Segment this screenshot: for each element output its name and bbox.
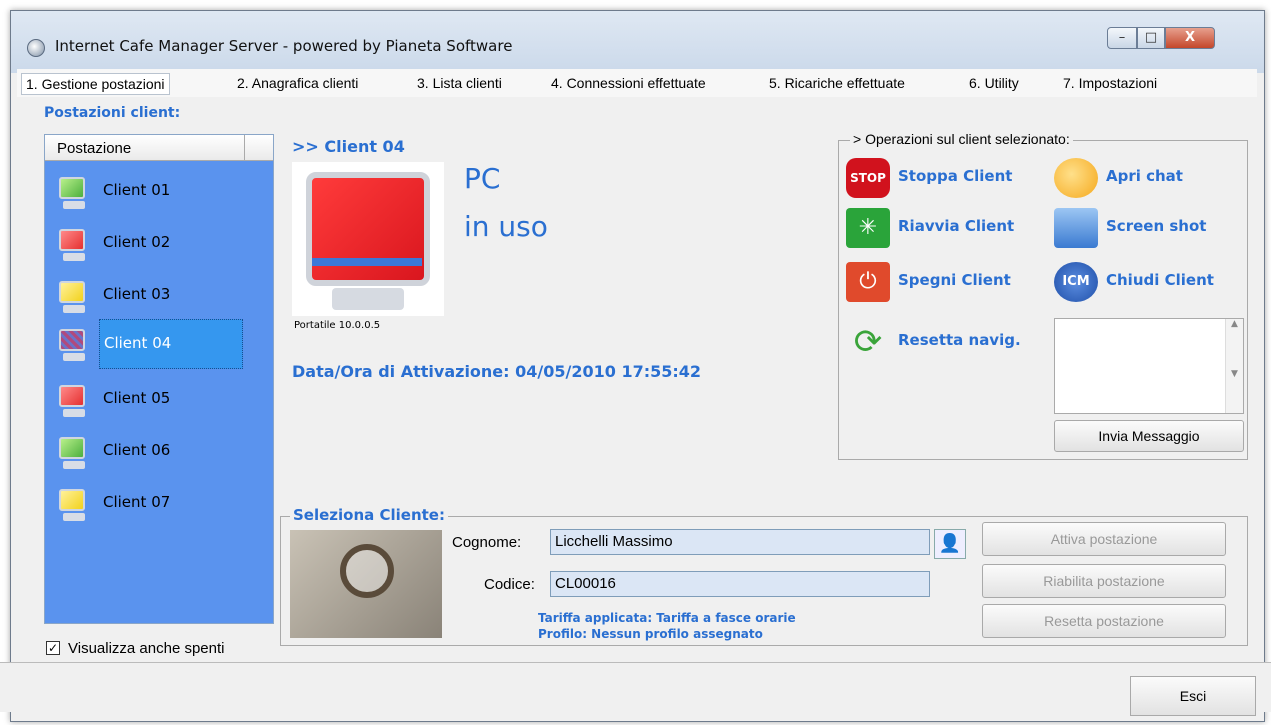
menu-lista-clienti[interactable]: 3. Lista clienti <box>413 73 506 95</box>
tariff-info: Tariffa applicata: Tariffa a fasce orari… <box>538 611 796 625</box>
monitor-icon <box>55 435 93 471</box>
close-button[interactable]: X <box>1165 27 1215 49</box>
camera-icon <box>1054 208 1098 248</box>
menu-bar: 1. Gestione postazioni 2. Anagrafica cli… <box>17 69 1257 97</box>
send-message-button[interactable]: Invia Messaggio <box>1054 420 1244 452</box>
pc-caption: Portatile 10.0.0.5 <box>294 320 381 331</box>
pc-status-image <box>292 162 444 316</box>
pc-state-line1: PC <box>464 162 501 195</box>
client-label: Client 03 <box>103 285 171 303</box>
monitor-icon <box>55 279 93 315</box>
activation-datetime: Data/Ora di Attivazione: 04/05/2010 17:5… <box>292 362 702 381</box>
client-row[interactable]: Client 03 <box>51 271 269 317</box>
show-off-checkbox[interactable]: ✓ <box>46 641 60 655</box>
chat-icon <box>1054 158 1098 198</box>
client-row[interactable]: Client 05 <box>51 375 269 421</box>
close-app-icon: ICM <box>1054 262 1098 302</box>
message-scrollbar[interactable]: ▲ ▼ <box>1225 319 1243 413</box>
clients-panel-title: Postazioni client: <box>44 105 181 121</box>
code-label: Codice: <box>484 576 535 593</box>
power-icon: ⏻ <box>846 262 890 302</box>
menu-gestione-postazioni[interactable]: 1. Gestione postazioni <box>21 73 170 95</box>
restart-client-label: Riavvia Client <box>898 217 1015 235</box>
client-row-selected[interactable]: Client 04 <box>51 319 269 369</box>
show-off-label: Visualizza anche spenti <box>68 640 225 657</box>
status-bar <box>0 662 1271 712</box>
menu-anagrafica-clienti[interactable]: 2. Anagrafica clienti <box>233 73 362 95</box>
monitor-icon <box>55 175 93 211</box>
menu-connessioni-effettuate[interactable]: 4. Connessioni effettuate <box>547 73 710 95</box>
client-label: Client 04 <box>99 319 243 369</box>
restart-icon: ✳ <box>846 208 890 248</box>
reset-navigation-label: Resetta navig. <box>898 331 1021 349</box>
stop-client-label: Stoppa Client <box>898 167 1013 185</box>
clients-list[interactable]: Postazione Client 01 Client 02 Client 03… <box>44 134 274 624</box>
contact-card-icon[interactable]: 👤 <box>934 529 966 559</box>
reenable-station-button[interactable]: Riabilita postazione <box>982 564 1226 598</box>
pc-state-line2: in uso <box>464 210 548 243</box>
window-title: Internet Cafe Manager Server - powered b… <box>55 37 513 55</box>
client-label: Client 01 <box>103 181 171 199</box>
minimize-button[interactable]: – <box>1107 27 1137 49</box>
profile-info: Profilo: Nessun profilo assegnato <box>538 627 763 641</box>
list-header: Postazione <box>45 135 273 161</box>
client-row[interactable]: Client 07 <box>51 479 269 525</box>
close-client-label: Chiudi Client <box>1106 271 1214 289</box>
code-field[interactable]: CL00016 <box>550 571 930 597</box>
monitor-icon <box>55 487 93 523</box>
activate-station-button[interactable]: Attiva postazione <box>982 522 1226 556</box>
exit-button[interactable]: Esci <box>1130 676 1256 716</box>
refresh-icon: ⟳ <box>853 322 883 362</box>
message-textarea[interactable]: ▲ ▼ <box>1054 318 1244 414</box>
menu-utility[interactable]: 6. Utility <box>965 73 1023 95</box>
client-label: Client 06 <box>103 441 171 459</box>
client-row[interactable]: Client 01 <box>51 167 269 213</box>
client-row[interactable]: Client 02 <box>51 219 269 265</box>
menu-ricariche-effettuate[interactable]: 5. Ricariche effettuate <box>765 73 909 95</box>
screenshot-label: Screen shot <box>1106 217 1207 235</box>
search-customer-image <box>290 530 442 638</box>
title-bar: Internet Cafe Manager Server - powered b… <box>11 11 1264 73</box>
customer-title: Seleziona Cliente: <box>290 506 448 524</box>
surname-label: Cognome: <box>452 534 522 551</box>
monitor-icon <box>55 327 93 363</box>
menu-impostazioni[interactable]: 7. Impostazioni <box>1059 73 1161 95</box>
client-label: Client 05 <box>103 389 171 407</box>
surname-field[interactable]: Licchelli Massimo <box>550 529 930 555</box>
client-row[interactable]: Client 06 <box>51 427 269 473</box>
reset-station-button[interactable]: Resetta postazione <box>982 604 1226 638</box>
client-label: Client 02 <box>103 233 171 251</box>
client-label: Client 07 <box>103 493 171 511</box>
monitor-icon <box>55 383 93 419</box>
operations-title: > Operazioni sul client selezionato: <box>850 131 1073 147</box>
open-chat-label: Apri chat <box>1106 167 1183 185</box>
shutdown-client-label: Spegni Client <box>898 271 1011 289</box>
app-icon <box>27 39 45 57</box>
monitor-icon <box>55 227 93 263</box>
stop-icon: STOP <box>846 158 890 198</box>
maximize-button[interactable]: □ <box>1137 27 1165 49</box>
column-postazione[interactable]: Postazione <box>45 135 245 161</box>
selected-client-name: >> Client 04 <box>292 137 405 156</box>
